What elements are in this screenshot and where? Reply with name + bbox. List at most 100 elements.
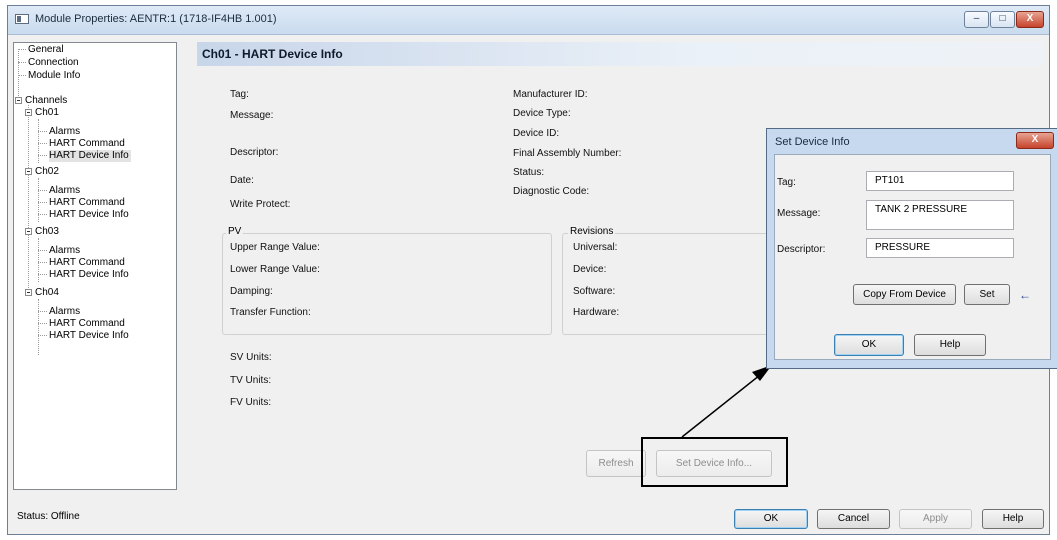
tree-item-ch01-alarms[interactable]: Alarms (49, 126, 80, 138)
tree-item-ch04-hart-command[interactable]: HART Command (49, 318, 125, 330)
dialog-ok-button[interactable]: OK (834, 334, 904, 356)
tree-connector (38, 155, 47, 156)
callout-highlight-box (641, 437, 788, 487)
refresh-button-label: Refresh (598, 458, 634, 469)
tree-connector (18, 49, 26, 50)
tree-item-ch01[interactable]: Ch01 (35, 107, 59, 119)
dialog-help-button[interactable]: Help (914, 334, 986, 356)
tree-item-ch01-hart-command[interactable]: HART Command (49, 138, 125, 150)
tree-connector (38, 190, 47, 191)
tree-connector (38, 119, 39, 163)
close-icon: X (1031, 134, 1039, 145)
title-bar[interactable]: Module Properties: AENTR:1 (1718-IF4HB 1… (8, 6, 1049, 35)
ch01-collapse-toggle[interactable] (25, 109, 32, 116)
ok-button[interactable]: OK (734, 509, 808, 529)
maximize-button[interactable]: □ (990, 11, 1015, 28)
device-type-label: Device Type: (513, 108, 571, 119)
tag-label: Tag: (230, 89, 249, 100)
software-label: Software: (573, 286, 616, 297)
tree-item-ch02[interactable]: Ch02 (35, 166, 59, 178)
tree-connector (28, 105, 29, 288)
descriptor-input[interactable]: PRESSURE (866, 238, 1014, 258)
tree-item-ch03-hart-command[interactable]: HART Command (49, 257, 125, 269)
tree-connector (18, 75, 26, 76)
diagnostic-code-label: Diagnostic Code: (513, 186, 590, 197)
hardware-label: Hardware: (573, 307, 620, 318)
cancel-button-label: Cancel (837, 513, 870, 524)
revisions-group-title: Revisions (568, 226, 616, 237)
tree-connector (38, 143, 47, 144)
tree-connector (38, 335, 47, 336)
date-label: Date: (230, 175, 254, 186)
tree-item-ch04-alarms[interactable]: Alarms (49, 306, 80, 318)
device-label: Device: (573, 264, 607, 275)
descriptor-label: Descriptor: (230, 147, 279, 158)
page-header: Ch01 - HART Device Info (197, 42, 1043, 66)
damping-label: Damping: (230, 286, 273, 297)
dialog-descriptor-label: Descriptor: (777, 244, 826, 255)
sv-units-label: SV Units: (230, 352, 272, 363)
fv-units-label: FV Units: (230, 397, 272, 408)
message-input[interactable]: TANK 2 PRESSURE (866, 200, 1014, 230)
tree-item-ch02-hart-command[interactable]: HART Command (49, 197, 125, 209)
dialog-close-button[interactable]: X (1016, 132, 1054, 149)
tv-units-label: TV Units: (230, 375, 272, 386)
channels-collapse-toggle[interactable] (15, 97, 22, 104)
tree-connector (38, 214, 47, 215)
ch02-collapse-toggle[interactable] (25, 168, 32, 175)
transfer-function-label: Transfer Function: (230, 307, 311, 318)
tree-connector (38, 274, 47, 275)
help-button[interactable]: Help (982, 509, 1044, 529)
tag-input[interactable]: PT101 (866, 171, 1014, 191)
tree-item-ch03-hart-device-info[interactable]: HART Device Info (49, 269, 129, 281)
dialog-help-button-label: Help (939, 339, 961, 350)
tree-item-module-info[interactable]: Module Info (28, 70, 80, 82)
category-tree[interactable]: General Connection Module Info Channels … (13, 42, 177, 490)
tree-connector (38, 262, 47, 263)
device-id-label: Device ID: (513, 128, 560, 139)
apply-button-label: Apply (922, 513, 948, 524)
maximize-icon: □ (999, 13, 1006, 24)
ok-button-label: OK (763, 513, 779, 524)
close-icon: X (1026, 13, 1034, 24)
tree-item-ch02-alarms[interactable]: Alarms (49, 185, 80, 197)
window-app-icon (15, 14, 29, 24)
tree-item-ch01-hart-device-info[interactable]: HART Device Info (49, 150, 131, 162)
upper-range-value-label: Upper Range Value: (230, 242, 320, 253)
tree-connector (38, 250, 47, 251)
apply-button[interactable]: Apply (899, 509, 972, 529)
tree-item-ch03[interactable]: Ch03 (35, 226, 59, 238)
tree-item-ch03-alarms[interactable]: Alarms (49, 245, 80, 257)
status-text: Status: Offline (17, 511, 80, 522)
tree-connector (38, 131, 47, 132)
ch03-collapse-toggle[interactable] (25, 228, 32, 235)
tree-item-ch04-hart-device-info[interactable]: HART Device Info (49, 330, 129, 342)
dialog-ok-button-label: OK (861, 339, 877, 350)
universal-label: Universal: (573, 242, 618, 253)
set-button[interactable]: Set (964, 284, 1010, 305)
message-label: Message: (230, 110, 274, 121)
tree-item-general[interactable]: General (28, 44, 64, 56)
tree-item-channels[interactable]: Channels (25, 95, 67, 107)
page-title: Ch01 - HART Device Info (202, 47, 343, 61)
dialog-title: Set Device Info (775, 136, 850, 148)
ch04-collapse-toggle[interactable] (25, 289, 32, 296)
tree-connector (18, 62, 26, 63)
pv-group-title: PV (226, 226, 244, 237)
tree-connector (38, 299, 39, 355)
tree-connector (38, 178, 39, 222)
cancel-button[interactable]: Cancel (817, 509, 890, 529)
tree-connector (38, 238, 39, 282)
status-label: Status: (513, 167, 545, 178)
lower-range-value-label: Lower Range Value: (230, 264, 320, 275)
close-button[interactable]: X (1016, 11, 1044, 28)
copy-from-device-button[interactable]: Copy From Device (853, 284, 956, 305)
dialog-message-label: Message: (777, 208, 821, 219)
write-protect-label: Write Protect: (230, 199, 291, 210)
window-title: Module Properties: AENTR:1 (1718-IF4HB 1… (35, 13, 277, 25)
tree-item-ch02-hart-device-info[interactable]: HART Device Info (49, 209, 129, 221)
minimize-button[interactable]: – (964, 11, 989, 28)
tree-item-connection[interactable]: Connection (28, 57, 79, 69)
refresh-button[interactable]: Refresh (586, 450, 646, 477)
tree-item-ch04[interactable]: Ch04 (35, 287, 59, 299)
